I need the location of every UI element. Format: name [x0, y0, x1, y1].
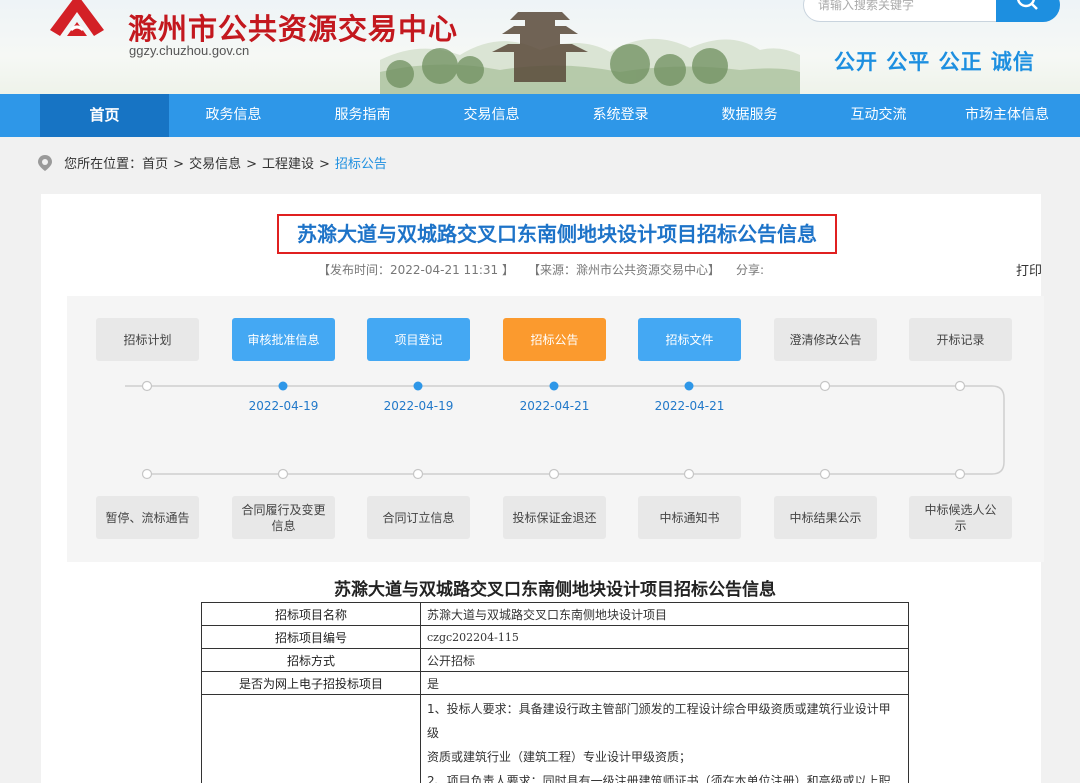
step-date: 2022-04-21: [519, 399, 590, 413]
publish-time: 【发布时间：2022-04-21 11:31 】: [318, 263, 514, 277]
row-value: 公开招标: [420, 648, 909, 672]
row-key: 招标项目编号: [201, 625, 421, 649]
requirement-line: 1、投标人要求：具备建设行政主管部门颁发的工程设计综合甲级资质或建筑行业设计甲级: [427, 702, 891, 740]
requirement-line: 资质或建筑行业（建筑工程）专业设计甲级资质；: [427, 750, 692, 764]
step-contract-performance[interactable]: 合同履行及变更信息: [232, 496, 335, 539]
nav-item-trading-info[interactable]: 交易信息: [427, 94, 556, 137]
step-project-registration[interactable]: 项目登记: [367, 318, 470, 361]
breadcrumb: 您所在位置：首页 > 交易信息 > 工程建设 > 招标公告: [38, 155, 387, 175]
row-value: 苏滁大道与双城路交叉口东南侧地块设计项目: [420, 602, 909, 626]
table-row: 1、投标人要求：具备建设行政主管部门颁发的工程设计综合甲级资质或建筑行业设计甲级…: [201, 694, 909, 783]
nav-item-government-info[interactable]: 政务信息: [169, 94, 298, 137]
search-icon: [1016, 0, 1038, 10]
table-row: 是否为网上电子招投标项目 是: [201, 671, 909, 695]
nav-item-market-entity[interactable]: 市场主体信息: [943, 94, 1071, 137]
site-title: 滁州市公共资源交易中心: [128, 12, 459, 46]
breadcrumb-item-current[interactable]: 招标公告: [335, 157, 387, 172]
step-clarification[interactable]: 澄清修改公告: [774, 318, 877, 361]
step-bid-documents[interactable]: 招标文件: [638, 318, 741, 361]
nav-item-system-login[interactable]: 系统登录: [556, 94, 685, 137]
step-date: 2022-04-19: [248, 399, 319, 413]
nav-item-service-guide[interactable]: 服务指南: [298, 94, 427, 137]
table-row: 招标项目名称 苏滁大道与双城路交叉口东南侧地块设计项目: [201, 602, 909, 626]
site-domain: ggzy.chuzhou.gov.cn: [129, 43, 250, 58]
step-deposit-refund[interactable]: 投标保证金退还: [503, 496, 606, 539]
notice-title: 苏滁大道与双城路交叉口东南侧地块设计项目招标公告信息: [334, 580, 776, 600]
location-pin-icon: [38, 155, 52, 171]
step-suspension-notice[interactable]: 暂停、流标通告: [96, 496, 199, 539]
row-value: czgc202204-115: [420, 625, 909, 649]
row-key: [201, 694, 421, 783]
breadcrumb-separator: >: [319, 157, 330, 172]
breadcrumb-prefix: 您所在位置：: [64, 157, 143, 172]
slogan: 公开 公平 公正 诚信: [834, 50, 1035, 74]
article-source: 【来源：滁州市公共资源交易中心】: [528, 263, 721, 277]
step-award-notice[interactable]: 中标通知书: [638, 496, 741, 539]
step-date: 2022-04-19: [383, 399, 454, 413]
nav-item-data-service[interactable]: 数据服务: [685, 94, 814, 137]
table-row: 招标项目编号 czgc202204-115: [201, 625, 909, 649]
nav-item-interaction[interactable]: 互动交流: [814, 94, 943, 137]
site-header: 滁州市公共资源交易中心 ggzy.chuzhou.gov.cn 公开 公平 公正…: [0, 0, 1080, 94]
share-label[interactable]: 分享:: [736, 261, 764, 278]
main-nav: 首页 政务信息 服务指南 交易信息 系统登录 数据服务 互动交流 市场主体信息: [0, 94, 1080, 137]
row-value: 是: [420, 671, 909, 695]
breadcrumb-item-home[interactable]: 首页: [142, 157, 168, 172]
step-award-result[interactable]: 中标结果公示: [774, 496, 877, 539]
step-approval-info[interactable]: 审核批准信息: [232, 318, 335, 361]
row-key: 招标项目名称: [201, 602, 421, 626]
row-key: 招标方式: [201, 648, 421, 672]
search-input[interactable]: 请输入搜索关键字: [803, 0, 999, 22]
step-contract-signing[interactable]: 合同订立信息: [367, 496, 470, 539]
notice-table: 招标项目名称 苏滁大道与双城路交叉口东南侧地块设计项目 招标项目编号 czgc2…: [201, 602, 909, 783]
site-logo-icon: [50, 0, 104, 36]
breadcrumb-item-engineering[interactable]: 工程建设: [262, 157, 314, 172]
breadcrumb-separator: >: [173, 157, 185, 172]
step-date: 2022-04-21: [654, 399, 725, 413]
breadcrumb-separator: >: [246, 157, 257, 172]
row-value: 1、投标人要求：具备建设行政主管部门颁发的工程设计综合甲级资质或建筑行业设计甲级…: [420, 694, 909, 783]
search-button[interactable]: [996, 0, 1060, 22]
article-title: 苏滁大道与双城路交叉口东南侧地块设计项目招标公告信息: [297, 222, 817, 246]
table-row: 招标方式 公开招标: [201, 648, 909, 672]
step-bid-plan[interactable]: 招标计划: [96, 318, 199, 361]
print-link[interactable]: 打印: [1016, 260, 1042, 279]
requirement-line: 2、项目负责人要求：同时具有一级注册建筑师证书（须在本单位注册）和高级或以上职称: [427, 774, 891, 783]
breadcrumb-item-trading[interactable]: 交易信息: [189, 157, 241, 172]
nav-item-home[interactable]: 首页: [40, 94, 169, 137]
step-bid-announcement[interactable]: 招标公告: [503, 318, 606, 361]
row-key: 是否为网上电子招投标项目: [201, 671, 421, 695]
step-candidate-publicity[interactable]: 中标候选人公示: [909, 496, 1012, 539]
step-bid-opening-record[interactable]: 开标记录: [909, 318, 1012, 361]
